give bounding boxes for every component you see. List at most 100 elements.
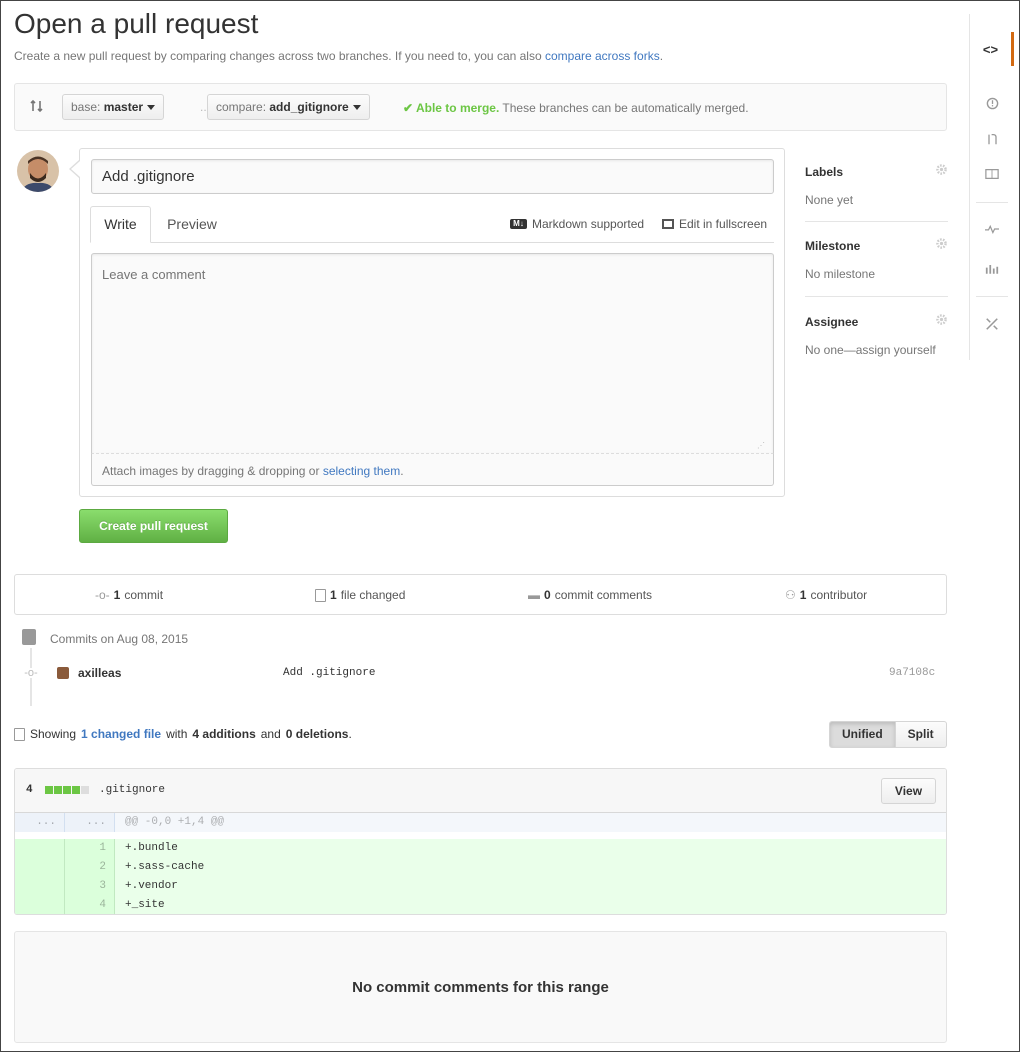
edit-fullscreen-button[interactable]: Edit in fullscreen <box>662 217 767 231</box>
range-editor: base: master ... compare: add_gitignore … <box>14 83 947 131</box>
settings-icon[interactable] <box>970 307 1014 341</box>
old-line-number <box>15 896 65 914</box>
box-pointer-inner <box>71 161 80 177</box>
organization-icon: ⚇ <box>785 588 796 602</box>
unified-view-button[interactable]: Unified <box>829 721 896 748</box>
code-icon[interactable]: <> <box>970 32 1014 66</box>
old-line-number <box>15 877 65 896</box>
diff-line-added: 2 +.sass-cache <box>15 858 946 877</box>
compare-branch-name: add_gitignore <box>269 100 349 114</box>
base-branch-name: master <box>103 100 144 114</box>
select-images-link[interactable]: selecting them <box>323 464 400 478</box>
commit-sha[interactable]: 9a7108c <box>889 667 935 679</box>
commit-icon: -o- <box>95 588 110 602</box>
new-line-number[interactable]: 4 <box>65 896 115 914</box>
numbers-summary: -o- 1 commit 1 file changed ▬ 0 commit com… <box>14 574 947 615</box>
expand-lines[interactable]: ... <box>15 813 65 832</box>
files-changed-count[interactable]: 1 file changed <box>315 588 405 602</box>
diffstat-block <box>54 786 62 794</box>
graphs-icon[interactable] <box>970 251 1014 285</box>
repo-nav: <> <box>969 14 1014 360</box>
new-line-number[interactable]: 2 <box>65 858 115 877</box>
diffstat-count: 4 <box>26 784 33 796</box>
assignee-heading: Assignee <box>805 315 859 329</box>
repo-nav-divider <box>976 202 1008 203</box>
diff-line-added: 4 +_site <box>15 896 946 914</box>
author-avatar[interactable] <box>57 667 69 679</box>
attach-images-bar: Attach images by dragging & dropping or … <box>91 453 774 486</box>
compare-branch-select[interactable]: compare: add_gitignore <box>207 94 370 120</box>
fullscreen-icon <box>662 219 674 229</box>
tab-write[interactable]: Write <box>90 206 151 243</box>
assignee-value[interactable]: No one—assign yourself <box>805 343 948 357</box>
labels-heading: Labels <box>805 165 844 179</box>
tab-preview[interactable]: Preview <box>152 206 232 242</box>
file-diff-icon <box>315 588 326 602</box>
tabs-divider <box>91 242 774 243</box>
hunk-header: @@ -0,0 +1,4 @@ <box>125 816 225 828</box>
commits-count[interactable]: -o- 1 commit <box>95 588 163 602</box>
diffstat-block <box>45 786 53 794</box>
no-commit-comments: No commit comments for this range <box>14 931 947 1043</box>
split-view-button[interactable]: Split <box>895 721 947 748</box>
sidebar-labels: Labels None yet <box>805 163 948 207</box>
diffstat-block <box>63 786 71 794</box>
commit-author[interactable]: axilleas <box>78 666 121 680</box>
gear-icon[interactable] <box>935 313 948 326</box>
sidebar-milestone: Milestone No milestone <box>805 237 948 281</box>
gear-icon[interactable] <box>935 163 948 176</box>
diff-code: +.vendor <box>125 880 178 892</box>
caret-down-icon <box>147 105 156 111</box>
commit-icon: -o- <box>24 667 38 679</box>
merge-status: ✔ Able to merge. These branches can be a… <box>403 101 749 115</box>
old-line-number <box>15 839 65 858</box>
file-name[interactable]: .gitignore <box>99 784 165 796</box>
comment-icon: ▬ <box>528 588 540 602</box>
new-line-number[interactable]: 3 <box>65 877 115 896</box>
pull-requests-icon[interactable] <box>970 122 1014 156</box>
merge-ok-label: ✔ Able to merge. <box>403 101 500 115</box>
base-branch-select[interactable]: base: master <box>62 94 165 120</box>
pr-title-input[interactable] <box>91 159 774 194</box>
diffstat-bar <box>45 786 89 794</box>
contributors-count[interactable]: ⚇ 1 contributor <box>785 588 867 602</box>
diff-code: +.bundle <box>125 842 178 854</box>
caret-down-icon <box>352 105 361 111</box>
compare-across-forks-link[interactable]: compare across forks <box>545 49 660 63</box>
page-subtitle: Create a new pull request by comparing c… <box>14 49 664 63</box>
changed-files-link[interactable]: 1 changed file <box>81 727 161 741</box>
avatar <box>17 150 59 192</box>
repo-nav-divider <box>976 296 1008 297</box>
create-pull-request-button[interactable]: Create pull request <box>79 509 228 543</box>
sidebar-divider <box>805 296 948 297</box>
hunk-header-row: ... ... @@ -0,0 +1,4 @@ <box>15 813 946 832</box>
diff-view-toggle: Unified Split <box>829 721 947 748</box>
diff-summary: Showing 1 changed file with 4 additions … <box>14 727 352 741</box>
git-commit-group-icon <box>22 629 36 645</box>
gear-icon[interactable] <box>935 237 948 250</box>
markdown-icon: M↓ <box>510 219 527 229</box>
page-title: Open a pull request <box>14 8 259 39</box>
file-diff-icon <box>14 727 25 741</box>
old-line-number <box>15 858 65 877</box>
markdown-supported-link[interactable]: M↓ Markdown supported <box>510 217 644 231</box>
sidebar-divider <box>805 221 948 222</box>
file-diff: 4 .gitignore View ... ... @@ -0,0 +1,4 @… <box>14 768 947 915</box>
compare-icon <box>30 99 43 113</box>
wiki-icon[interactable] <box>970 157 1014 191</box>
diff-code: +.sass-cache <box>125 861 205 873</box>
view-file-button[interactable]: View <box>881 778 936 804</box>
file-header: 4 .gitignore View <box>15 769 946 813</box>
pulse-icon[interactable] <box>970 212 1014 246</box>
comment-textarea[interactable] <box>91 253 774 453</box>
expand-lines[interactable]: ... <box>65 813 115 832</box>
labels-value: None yet <box>805 193 854 207</box>
diffstat-block <box>81 786 89 794</box>
new-line-number[interactable]: 1 <box>65 839 115 858</box>
diff-line-added: 3 +.vendor <box>15 877 946 896</box>
commit-comments-count[interactable]: ▬ 0 commit comments <box>528 588 652 602</box>
commit-message[interactable]: Add .gitignore <box>283 667 375 679</box>
diffstat-block <box>72 786 80 794</box>
resize-grip-icon[interactable]: ⋰ <box>757 441 771 453</box>
issues-icon[interactable] <box>970 86 1014 120</box>
